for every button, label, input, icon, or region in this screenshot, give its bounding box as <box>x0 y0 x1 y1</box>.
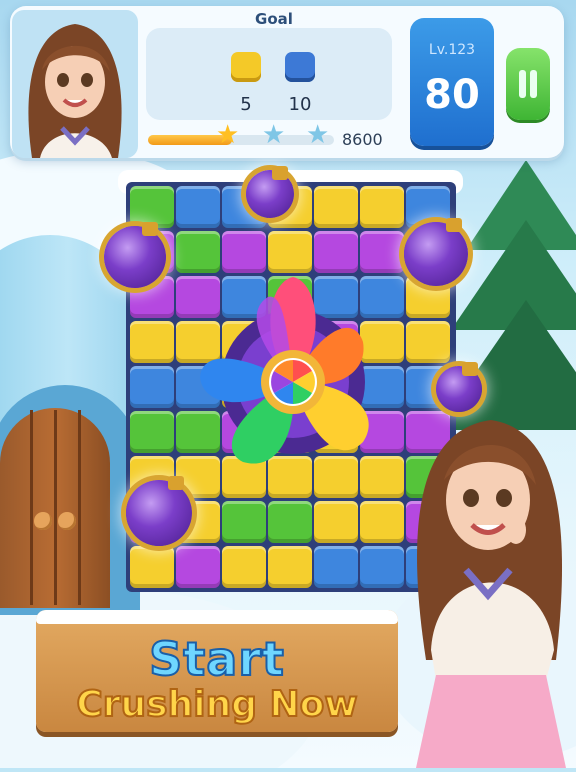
purple-tile[interactable] <box>314 231 358 273</box>
star-empty-icon: ★ <box>262 120 286 150</box>
yellow-tile[interactable] <box>406 321 450 363</box>
score-value: 8600 <box>342 130 383 149</box>
purple-tile[interactable] <box>176 546 220 588</box>
yellow-tile[interactable] <box>222 546 266 588</box>
purple-tile[interactable] <box>222 231 266 273</box>
promo-line-1: Start <box>148 631 285 687</box>
purple-tile[interactable] <box>360 231 404 273</box>
level-label: Lv.123 <box>428 42 476 58</box>
player-avatar <box>12 10 138 158</box>
green-tile[interactable] <box>130 411 174 453</box>
yellow-tile[interactable] <box>268 546 312 588</box>
promo-line-2: Crushing Now <box>75 683 358 726</box>
door-knob-icon <box>34 512 52 530</box>
blue-tile[interactable] <box>314 546 358 588</box>
yellow-tile[interactable] <box>268 231 312 273</box>
green-tile[interactable] <box>268 501 312 543</box>
guide-character <box>396 410 576 768</box>
pause-button[interactable] <box>506 48 550 120</box>
yellow-tile[interactable] <box>314 186 358 228</box>
goal-title: Goal <box>255 10 293 28</box>
star-filled-icon: ★ <box>216 120 240 150</box>
green-tile[interactable] <box>176 231 220 273</box>
green-tile[interactable] <box>222 501 266 543</box>
blue-cube-icon <box>285 52 315 82</box>
yellow-cube-icon <box>231 52 261 82</box>
yellow-tile[interactable] <box>360 186 404 228</box>
blue-goal-count: 10 <box>288 94 312 115</box>
blue-tile[interactable] <box>130 366 174 408</box>
door-knob-icon <box>58 512 76 530</box>
yellow-goal-count: 5 <box>240 94 252 115</box>
blue-tile[interactable] <box>176 186 220 228</box>
rainbow-spinner-booster[interactable] <box>188 272 398 482</box>
star-empty-icon: ★ <box>306 120 330 150</box>
moves-remaining: 80 <box>424 72 480 118</box>
yellow-tile[interactable] <box>130 546 174 588</box>
yellow-tile[interactable] <box>314 501 358 543</box>
bomb-booster-icon[interactable] <box>126 480 192 546</box>
yellow-tile[interactable] <box>130 321 174 363</box>
blue-tile[interactable] <box>406 186 450 228</box>
